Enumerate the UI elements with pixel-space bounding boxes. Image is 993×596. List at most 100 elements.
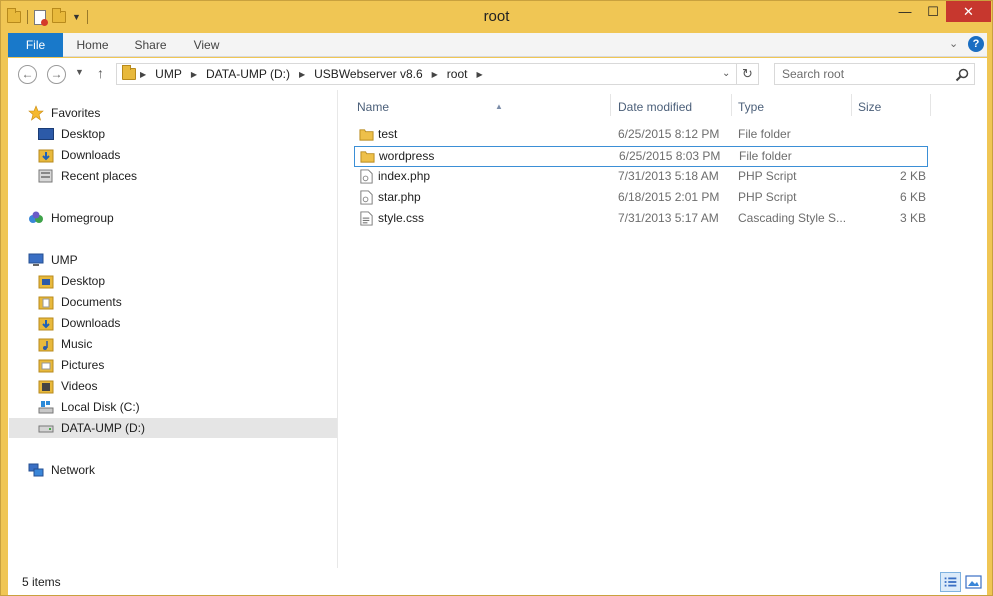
file-name: style.css bbox=[378, 211, 425, 225]
back-button[interactable]: ← bbox=[18, 65, 37, 84]
nav-favorites-desktop[interactable]: Desktop bbox=[38, 124, 105, 144]
large-icons-view-icon[interactable] bbox=[963, 572, 984, 592]
videos-folder-icon bbox=[38, 380, 54, 394]
close-button[interactable]: ✕ bbox=[946, 1, 991, 22]
documents-folder-icon bbox=[38, 296, 54, 310]
forward-button[interactable]: → bbox=[47, 65, 66, 84]
column-header-size[interactable]: Size bbox=[858, 98, 881, 116]
nav-label: Homegroup bbox=[51, 211, 114, 225]
file-date: 6/25/2015 8:03 PM bbox=[619, 149, 721, 163]
search-icon[interactable] bbox=[954, 67, 970, 83]
column-divider[interactable] bbox=[731, 94, 732, 116]
file-type: Cascading Style S... bbox=[738, 211, 847, 225]
title-bar[interactable]: ▼ root — ☐ ✕ bbox=[1, 1, 992, 33]
nav-computer-local-disk-c[interactable]: Local Disk (C:) bbox=[38, 397, 140, 417]
folder-icon bbox=[360, 151, 375, 163]
explorer-window: ▼ root — ☐ ✕ File Home Share View ⌄ ? ← … bbox=[0, 0, 993, 596]
nav-network[interactable]: Network bbox=[28, 460, 95, 480]
up-button[interactable]: ↑ bbox=[97, 65, 104, 81]
file-type: PHP Script bbox=[738, 190, 797, 204]
star-icon bbox=[28, 105, 44, 121]
column-header-type[interactable]: Type bbox=[738, 98, 764, 116]
css-file-icon bbox=[360, 211, 373, 226]
details-view-icon[interactable] bbox=[940, 572, 961, 592]
local-disk-icon bbox=[38, 401, 54, 414]
breadcrumb-item[interactable]: root bbox=[441, 67, 474, 81]
nav-computer-downloads[interactable]: Downloads bbox=[38, 313, 120, 333]
search-box[interactable] bbox=[774, 63, 975, 85]
nav-label: DATA-UMP (D:) bbox=[61, 421, 145, 435]
nav-computer-documents[interactable]: Documents bbox=[38, 292, 122, 312]
ribbon-tabs: File Home Share View ⌄ ? bbox=[8, 33, 987, 57]
column-divider[interactable] bbox=[930, 94, 931, 116]
content-area: Favorites Desktop Downloads Recent place… bbox=[8, 90, 987, 568]
window-title: root bbox=[483, 8, 510, 25]
navigation-bar: ← → ▼ ↑ ▶ UMP ▶ DATA-UMP (D:) ▶ USBWebse… bbox=[8, 58, 987, 90]
file-row-selected[interactable]: wordpress 6/25/2015 8:03 PM File folder bbox=[354, 146, 928, 167]
computer-icon bbox=[28, 253, 44, 266]
minimize-button[interactable]: — bbox=[890, 1, 920, 22]
help-icon[interactable]: ? bbox=[968, 36, 984, 52]
nav-label: Music bbox=[61, 337, 93, 351]
expand-ribbon-chevron-icon[interactable]: ⌄ bbox=[949, 37, 958, 50]
chevron-right-icon[interactable]: ▶ bbox=[137, 70, 149, 79]
file-name: index.php bbox=[378, 169, 431, 183]
column-header-name[interactable]: Name ▲ bbox=[357, 98, 609, 116]
breadcrumb-item[interactable]: DATA-UMP (D:) bbox=[200, 67, 296, 81]
nav-homegroup[interactable]: Homegroup bbox=[28, 208, 114, 228]
nav-computer-pictures[interactable]: Pictures bbox=[38, 355, 104, 375]
tab-home[interactable]: Home bbox=[70, 33, 115, 57]
breadcrumb-item[interactable]: USBWebserver v8.6 bbox=[308, 67, 429, 81]
folder-icon bbox=[122, 65, 136, 80]
desktop-icon bbox=[38, 128, 54, 140]
search-input[interactable] bbox=[776, 65, 951, 83]
nav-label: Downloads bbox=[61, 316, 121, 330]
file-row[interactable]: star.php 6/18/2015 2:01 PM PHP Script 6 … bbox=[354, 188, 928, 209]
file-name: star.php bbox=[378, 190, 421, 204]
nav-computer-data-ump-d[interactable]: DATA-UMP (D:) bbox=[9, 418, 337, 438]
breadcrumb-item[interactable]: UMP bbox=[149, 67, 188, 81]
nav-label: Downloads bbox=[61, 148, 121, 162]
nav-favorites-downloads[interactable]: Downloads bbox=[38, 145, 120, 165]
nav-computer-videos[interactable]: Videos bbox=[38, 376, 97, 396]
php-file-icon bbox=[360, 169, 373, 184]
file-row[interactable]: test 6/25/2015 8:12 PM File folder bbox=[354, 125, 928, 146]
tab-view[interactable]: View bbox=[184, 33, 229, 57]
nav-label: Videos bbox=[61, 379, 98, 393]
folder-icon bbox=[359, 129, 374, 141]
refresh-button[interactable]: ↻ bbox=[737, 63, 759, 85]
file-list[interactable]: Name ▲ Date modified Type Size test 6/25… bbox=[339, 90, 987, 568]
tab-file[interactable]: File bbox=[8, 33, 63, 57]
file-size bbox=[855, 147, 927, 166]
nav-label: Documents bbox=[61, 295, 122, 309]
navigation-pane[interactable]: Favorites Desktop Downloads Recent place… bbox=[8, 90, 338, 568]
item-count: 5 items bbox=[22, 575, 61, 589]
column-divider[interactable] bbox=[851, 94, 852, 116]
maximize-button[interactable]: ☐ bbox=[920, 1, 946, 22]
downloads-folder-icon bbox=[38, 317, 54, 331]
nav-favorites-recent-places[interactable]: Recent places bbox=[38, 166, 137, 186]
tab-share[interactable]: Share bbox=[128, 33, 173, 57]
nav-label: Local Disk (C:) bbox=[61, 400, 140, 414]
column-divider[interactable] bbox=[610, 94, 611, 116]
column-header-date-modified[interactable]: Date modified bbox=[618, 98, 692, 116]
folder-icon bbox=[38, 275, 54, 289]
nav-label: Desktop bbox=[61, 127, 106, 141]
file-size: 6 KB bbox=[899, 190, 926, 204]
nav-computer[interactable]: UMP bbox=[28, 250, 78, 270]
nav-computer-desktop[interactable]: Desktop bbox=[38, 271, 105, 291]
nav-favorites[interactable]: Favorites bbox=[28, 103, 100, 123]
php-file-icon bbox=[360, 190, 373, 205]
nav-label: Network bbox=[51, 463, 96, 477]
chevron-right-icon[interactable]: ▶ bbox=[429, 70, 441, 79]
file-row[interactable]: index.php 7/31/2013 5:18 AM PHP Script 2… bbox=[354, 167, 928, 188]
chevron-right-icon[interactable]: ▶ bbox=[296, 70, 308, 79]
address-history-dropdown-icon[interactable]: ⌄ bbox=[722, 68, 730, 79]
chevron-right-icon[interactable]: ▶ bbox=[188, 70, 200, 79]
file-row[interactable]: style.css 7/31/2013 5:17 AM Cascading St… bbox=[354, 209, 928, 230]
recent-locations-dropdown-icon[interactable]: ▼ bbox=[75, 67, 84, 77]
chevron-right-icon[interactable]: ▶ bbox=[473, 70, 485, 79]
nav-computer-music[interactable]: Music bbox=[38, 334, 92, 354]
file-size: 2 KB bbox=[899, 169, 926, 183]
address-bar[interactable]: ▶ UMP ▶ DATA-UMP (D:) ▶ USBWebserver v8.… bbox=[116, 63, 737, 85]
